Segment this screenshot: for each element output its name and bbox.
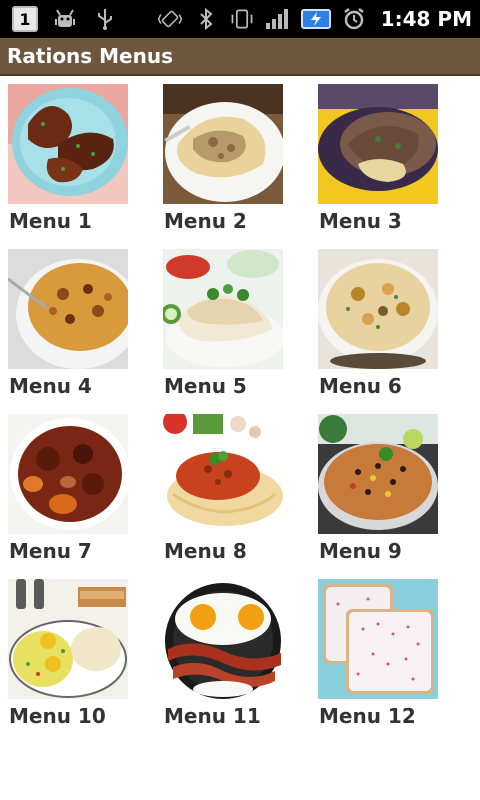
app-title: Rations Menus bbox=[7, 44, 174, 68]
menu-tile-3[interactable]: Menu 3 bbox=[310, 76, 440, 236]
menu-image-7[interactable] bbox=[8, 414, 128, 534]
menu-image-9[interactable] bbox=[318, 414, 438, 534]
menu-tile-11[interactable]: Menu 11 bbox=[155, 571, 285, 731]
menu-tile-1[interactable]: Menu 1 bbox=[0, 76, 130, 236]
menu-image-5[interactable] bbox=[163, 249, 283, 369]
menu-label-10[interactable]: Menu 10 bbox=[9, 704, 106, 728]
menu-label-8[interactable]: Menu 8 bbox=[164, 539, 247, 563]
menu-image-10[interactable] bbox=[8, 579, 128, 699]
menu-label-6[interactable]: Menu 6 bbox=[319, 374, 402, 398]
menu-image-8[interactable] bbox=[163, 414, 283, 534]
menu-image-11[interactable] bbox=[163, 579, 283, 699]
menu-tile-7[interactable]: Menu 7 bbox=[0, 406, 130, 566]
menu-image-3[interactable] bbox=[318, 84, 438, 204]
menu-label-11[interactable]: Menu 11 bbox=[164, 704, 261, 728]
battery-charging-icon bbox=[300, 9, 331, 29]
bluetooth-icon bbox=[193, 6, 219, 32]
vibrate-mode-icon bbox=[229, 6, 255, 32]
vibrate-icon bbox=[157, 6, 183, 32]
menu-image-1[interactable] bbox=[8, 84, 128, 204]
menu-label-12[interactable]: Menu 12 bbox=[319, 704, 416, 728]
status-bar-right: 1:48 PM bbox=[157, 6, 472, 32]
menu-image-6[interactable] bbox=[318, 249, 438, 369]
title-bar: Rations Menus bbox=[0, 38, 480, 76]
menu-label-7[interactable]: Menu 7 bbox=[9, 539, 92, 563]
menu-image-4[interactable] bbox=[8, 249, 128, 369]
menu-label-3[interactable]: Menu 3 bbox=[319, 209, 402, 233]
menu-label-9[interactable]: Menu 9 bbox=[319, 539, 402, 563]
status-bar-left: 1 bbox=[12, 6, 118, 32]
notification-icon[interactable]: 1 bbox=[12, 6, 38, 32]
usb-icon bbox=[92, 6, 118, 32]
menu-tile-10[interactable]: Menu 10 bbox=[0, 571, 130, 731]
menu-label-1[interactable]: Menu 1 bbox=[9, 209, 92, 233]
menu-tile-6[interactable]: Menu 6 bbox=[310, 241, 440, 401]
status-bar: 1 1:48 PM bbox=[0, 0, 480, 38]
menu-tile-2[interactable]: Menu 2 bbox=[155, 76, 285, 236]
menu-grid: Menu 1 Menu 2 Menu 3 Menu 4 Menu 5 Menu … bbox=[0, 76, 480, 800]
usb-debug-icon bbox=[52, 6, 78, 32]
menu-image-12[interactable] bbox=[318, 579, 438, 699]
menu-label-4[interactable]: Menu 4 bbox=[9, 374, 92, 398]
menu-label-5[interactable]: Menu 5 bbox=[164, 374, 247, 398]
menu-tile-5[interactable]: Menu 5 bbox=[155, 241, 285, 401]
menu-label-2[interactable]: Menu 2 bbox=[164, 209, 247, 233]
menu-image-2[interactable] bbox=[163, 84, 283, 204]
status-clock: 1:48 PM bbox=[380, 7, 472, 31]
menu-tile-8[interactable]: Menu 8 bbox=[155, 406, 285, 566]
menu-tile-12[interactable]: Menu 12 bbox=[310, 571, 440, 731]
menu-tile-9[interactable]: Menu 9 bbox=[310, 406, 440, 566]
menu-tile-4[interactable]: Menu 4 bbox=[0, 241, 130, 401]
alarm-icon bbox=[341, 6, 367, 32]
signal-icon bbox=[265, 6, 291, 32]
